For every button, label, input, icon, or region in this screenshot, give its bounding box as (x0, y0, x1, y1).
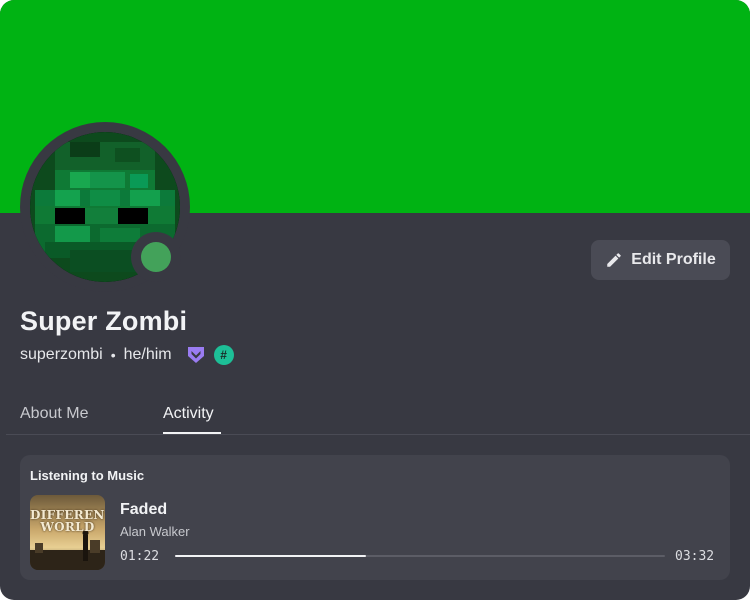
tabs-divider (6, 434, 750, 435)
track-artist[interactable]: Alan Walker (120, 524, 190, 539)
profile-card: Edit Profile Super Zombi superzombi • he… (0, 0, 750, 600)
display-name: Super Zombi (20, 306, 188, 336)
identity-row: superzombi • he/him # (20, 345, 234, 365)
tab-about-me[interactable]: About Me (20, 405, 88, 423)
username[interactable]: superzombi (20, 346, 103, 364)
album-art-title: DIFFERENT WORLD (30, 508, 105, 534)
separator-dot: • (110, 347, 116, 363)
hashtag-icon[interactable]: # (213, 345, 234, 365)
tab-activity[interactable]: Activity (163, 405, 214, 423)
music-activity-card: Listening to Music DIFFEREN WORLD Faded … (20, 455, 730, 580)
pencil-icon (607, 253, 622, 267)
online-status-indicator (141, 242, 171, 272)
playback-progress-fill (175, 555, 367, 557)
track-duration: 03:32 (675, 549, 715, 564)
edit-profile-button[interactable]: Edit Profile (591, 240, 730, 280)
pronouns: he/him (123, 346, 172, 363)
elapsed-time: 01:22 (120, 549, 160, 564)
hypesquad-balance-icon[interactable] (186, 345, 206, 365)
track-title[interactable]: Faded (120, 501, 167, 519)
playback-progress-bar (175, 555, 665, 557)
activity-heading: Listening to Music (30, 468, 145, 483)
profile-tabs: About Me Activity (0, 395, 750, 435)
edit-profile-label: Edit Profile (631, 251, 716, 268)
album-art[interactable]: DIFFERENT WORLD (30, 495, 105, 570)
